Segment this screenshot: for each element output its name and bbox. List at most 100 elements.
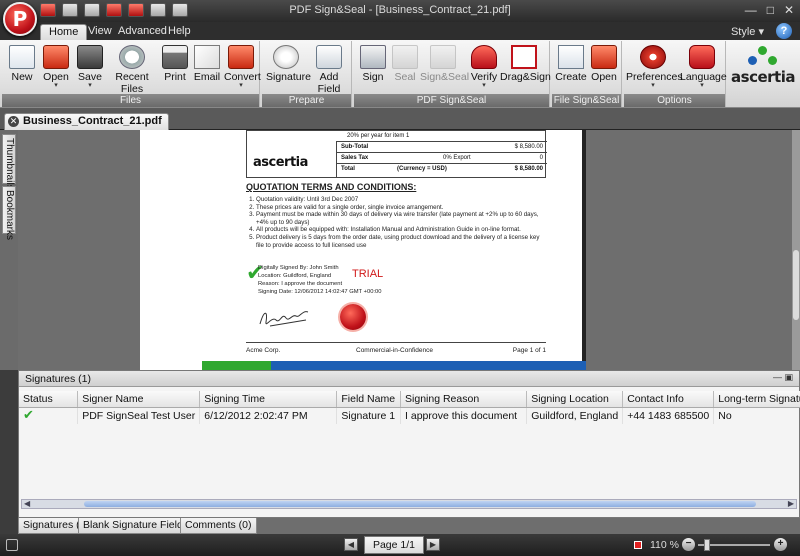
column-header-location[interactable]: Signing Location bbox=[526, 391, 624, 408]
window-controls: — □ ✕ bbox=[745, 3, 794, 17]
printer-icon bbox=[162, 45, 188, 69]
zoom-out-icon[interactable]: − bbox=[682, 538, 695, 551]
thumbnails-tab[interactable]: Thumbnails bbox=[2, 134, 16, 190]
signatures-panel-title: Signatures (1) ― ▣ bbox=[19, 371, 799, 387]
sign-pen-icon bbox=[360, 45, 386, 69]
group-label-file-sign-seal: File Sign&Seal bbox=[552, 94, 621, 107]
signatures-panel: Signatures (1) ― ▣ Status Signer Name Si… bbox=[18, 370, 800, 518]
group-pdf-sign-seal: Sign Seal Sign&Seal Verify ▾ Drag&Sign PD… bbox=[354, 41, 551, 107]
open-button[interactable]: Open ▾ bbox=[40, 43, 72, 89]
invoice-tax-row: Sales Tax 0% Export 0 bbox=[337, 152, 547, 163]
document-tab[interactable]: ✕ Business_Contract_21.pdf bbox=[4, 113, 169, 130]
previous-page-icon[interactable]: ◀ bbox=[344, 538, 358, 551]
group-prepare: Signature Add Field Prepare bbox=[262, 41, 352, 107]
signature-appearance[interactable]: ✔ Digitally Signed By: John Smith Locati… bbox=[246, 262, 446, 308]
envelope-icon bbox=[194, 45, 220, 69]
column-header-longterm[interactable]: Long-term Signature bbox=[713, 391, 800, 408]
verify-check-icon bbox=[471, 45, 497, 69]
next-page-icon[interactable]: ▶ bbox=[426, 538, 440, 551]
trial-watermark: TRIAL bbox=[352, 268, 384, 280]
column-header-time[interactable]: Signing Time bbox=[199, 391, 338, 408]
folder-icon bbox=[43, 45, 69, 69]
pin-panel-icon[interactable]: ― ▣ bbox=[773, 372, 793, 383]
invoice-logo: ascertia bbox=[247, 141, 337, 178]
column-header-contact[interactable]: Contact Info bbox=[622, 391, 715, 408]
print-button[interactable]: Print bbox=[160, 43, 190, 83]
scroll-right-icon[interactable]: ▶ bbox=[788, 499, 794, 508]
scrollbar-thumb[interactable] bbox=[84, 501, 756, 507]
signing-date-text: Signing Date: 12/06/2012 14:02:47 GMT +0… bbox=[258, 289, 382, 295]
list-item: Payment must be made within 30 days of d… bbox=[256, 211, 546, 226]
sign-seal-icon bbox=[430, 45, 456, 69]
invoice-total-row: Total (Currency = USD) $ 8,580.00 bbox=[337, 163, 547, 174]
page-footer: Acme Corp. Commercial-in-Confidence Page… bbox=[246, 342, 546, 354]
scroll-left-icon[interactable]: ◀ bbox=[24, 499, 30, 508]
drag-sign-button[interactable]: Drag&Sign bbox=[500, 43, 551, 83]
terms-heading: QUOTATION TERMS AND CONDITIONS: bbox=[246, 182, 417, 192]
list-item: Product delivery is 5 days from the orde… bbox=[256, 234, 546, 249]
stop-icon[interactable] bbox=[634, 541, 642, 549]
status-indicator-icon bbox=[6, 539, 18, 551]
column-header-field[interactable]: Field Name bbox=[336, 391, 402, 408]
tab-comments[interactable]: Comments (0) bbox=[180, 518, 257, 534]
group-label-pdf-sign-seal: PDF Sign&Seal bbox=[354, 94, 549, 107]
new-document-icon bbox=[9, 45, 35, 69]
zoom-slider-thumb[interactable] bbox=[704, 539, 710, 551]
scrollbar-thumb[interactable] bbox=[793, 250, 799, 320]
title-bar: PDF Sign&Seal - [Business_Contract_21.pd… bbox=[0, 0, 800, 22]
column-header-status[interactable]: Status bbox=[19, 391, 79, 408]
document-tab-strip: ✕ Business_Contract_21.pdf bbox=[0, 108, 800, 130]
preferences-button[interactable]: Preferences ▾ bbox=[626, 43, 683, 89]
status-bar: ◀ Page 1/1 ▶ 110 % − + bbox=[0, 534, 800, 556]
column-header-reason[interactable]: Signing Reason bbox=[400, 391, 528, 408]
folder-open-icon bbox=[591, 45, 617, 69]
signatures-table: Status Signer Name Signing Time Field Na… bbox=[19, 391, 800, 424]
group-label-files: Files bbox=[2, 94, 259, 107]
group-label-options: Options bbox=[624, 94, 725, 107]
language-button[interactable]: Language ▾ bbox=[680, 43, 727, 89]
zoom-in-icon[interactable]: + bbox=[774, 538, 787, 551]
document-viewer[interactable]: 20% per year for item 1 ascertia Sub-Tot… bbox=[18, 130, 792, 370]
bookmarks-tab[interactable]: Bookmarks bbox=[2, 186, 16, 240]
gear-icon bbox=[640, 45, 666, 69]
handwritten-signature-icon bbox=[259, 311, 309, 327]
seal-button[interactable]: Seal bbox=[390, 43, 420, 83]
close-icon[interactable]: ✕ bbox=[784, 3, 794, 17]
list-item: These prices are valid for a single orde… bbox=[256, 204, 546, 212]
add-field-button[interactable]: Add Field bbox=[308, 43, 350, 95]
close-tab-icon[interactable]: ✕ bbox=[8, 116, 19, 127]
speech-bubble-icon bbox=[689, 45, 715, 69]
email-button[interactable]: Email bbox=[192, 43, 222, 83]
minimize-icon[interactable]: — bbox=[745, 3, 757, 17]
sign-seal-button[interactable]: Sign&Seal bbox=[420, 43, 469, 83]
help-icon[interactable]: ? bbox=[776, 23, 792, 39]
save-button[interactable]: Save ▾ bbox=[74, 43, 106, 89]
tab-help[interactable]: Help bbox=[160, 24, 199, 40]
verify-button[interactable]: Verify ▾ bbox=[466, 43, 502, 89]
signature-pen-icon bbox=[273, 45, 299, 69]
wax-seal-icon bbox=[340, 304, 366, 330]
horizontal-scrollbar[interactable]: ◀ ▶ bbox=[21, 499, 797, 509]
style-menu[interactable]: Style ▾ bbox=[731, 25, 764, 38]
zoom-level: 110 % bbox=[650, 539, 679, 551]
convert-icon bbox=[228, 45, 254, 69]
app-menu-logo-icon[interactable]: P bbox=[3, 2, 37, 36]
page-indicator[interactable]: Page 1/1 bbox=[364, 536, 424, 554]
sign-button[interactable]: Sign bbox=[358, 43, 388, 83]
create-button[interactable]: Create bbox=[554, 43, 588, 83]
recent-files-button[interactable]: Recent Files▾ bbox=[106, 43, 158, 101]
new-button[interactable]: New bbox=[6, 43, 38, 83]
viewer-scrollbar[interactable] bbox=[792, 130, 800, 370]
reason-text: Reason: I approve the document bbox=[258, 281, 343, 287]
seal-lock-icon bbox=[392, 45, 418, 69]
list-item: All products will be equipped with: Inst… bbox=[256, 226, 546, 234]
floppy-disk-icon bbox=[77, 45, 103, 69]
file-open-button[interactable]: Open bbox=[588, 43, 620, 83]
side-panel-tabs: Thumbnails Bookmarks bbox=[0, 130, 18, 370]
maximize-icon[interactable]: □ bbox=[767, 3, 774, 17]
table-row[interactable]: ✔ PDF SignSeal Test User 6/12/2012 2:02:… bbox=[19, 407, 800, 424]
column-header-signer[interactable]: Signer Name bbox=[77, 391, 201, 408]
add-field-icon bbox=[316, 45, 342, 69]
signature-button[interactable]: Signature bbox=[266, 43, 311, 83]
convert-button[interactable]: Convert ▾ bbox=[224, 43, 261, 89]
